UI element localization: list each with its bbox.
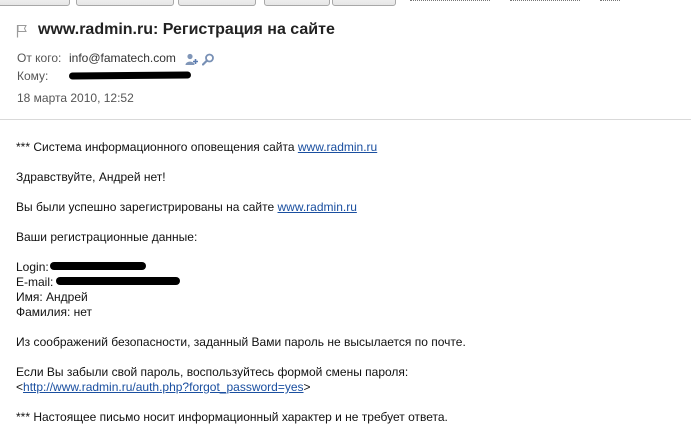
toolbar-button-3[interactable] (178, 0, 256, 6)
toolbar-button-1[interactable] (0, 0, 70, 6)
toolbar-link-1[interactable] (410, 0, 490, 1)
message-date: 18 марта 2010, 12:52 (17, 91, 134, 105)
radmin-link-2[interactable]: www.radmin.ru (278, 200, 357, 214)
add-contact-icon[interactable] (185, 53, 199, 66)
flag-icon[interactable] (16, 24, 28, 38)
toolbar-button-5[interactable] (332, 0, 396, 6)
from-row: От кого: info@famatech.com (17, 51, 219, 66)
security-note: Из соображений безопасности, заданный Ва… (16, 335, 466, 349)
registered-line: Вы были успешно зарегистрированы на сайт… (16, 200, 357, 214)
redacted-recipient (68, 71, 192, 80)
toolbar-link-3[interactable] (600, 0, 620, 1)
toolbar-link-2[interactable] (510, 0, 580, 1)
forgot-password-line: Если Вы забыли свой пароль, воспользуйте… (16, 365, 409, 379)
to-row: Кому: (17, 69, 69, 83)
from-value[interactable]: info@famatech.com (69, 51, 176, 65)
radmin-link-1[interactable]: www.radmin.ru (298, 140, 377, 154)
email-label: E-mail: (16, 275, 54, 289)
email-line: E-mail: (16, 275, 53, 289)
surname-line: Фамилия: нет (16, 305, 93, 319)
link-close-bracket: > (303, 380, 311, 394)
forgot-password-link[interactable]: http://www.radmin.ru/auth.php?forgot_pas… (23, 380, 304, 394)
login-line: Login: (16, 260, 49, 274)
login-label: Login: (16, 260, 49, 274)
forgot-password-link-line: <http://www.radmin.ru/auth.php?forgot_pa… (16, 380, 311, 394)
link-open-bracket: < (16, 380, 24, 394)
to-label: Кому: (17, 69, 49, 83)
redacted-login (50, 262, 146, 270)
system-notice-line: *** Система информационного оповещения с… (16, 140, 377, 154)
toolbar-button-4[interactable] (264, 0, 330, 6)
name-line: Имя: Андрей (16, 290, 88, 304)
search-icon[interactable] (202, 53, 215, 66)
message-subject: www.radmin.ru: Регистрация на сайте (38, 21, 335, 38)
top-toolbar (0, 0, 691, 7)
footer-notice: *** Настоящее письмо носит информационны… (16, 410, 448, 424)
system-notice-text: *** Система информационного оповещения с… (16, 140, 298, 154)
greeting: Здравствуйте, Андрей нет! (16, 170, 166, 184)
redacted-email (56, 277, 180, 285)
header-divider (0, 119, 691, 120)
toolbar-button-2[interactable] (76, 0, 174, 6)
registered-text: Вы были успешно зарегистрированы на сайт… (16, 200, 278, 214)
from-label: От кого: (17, 51, 62, 65)
registration-data-heading: Ваши регистрационные данные: (16, 230, 198, 244)
